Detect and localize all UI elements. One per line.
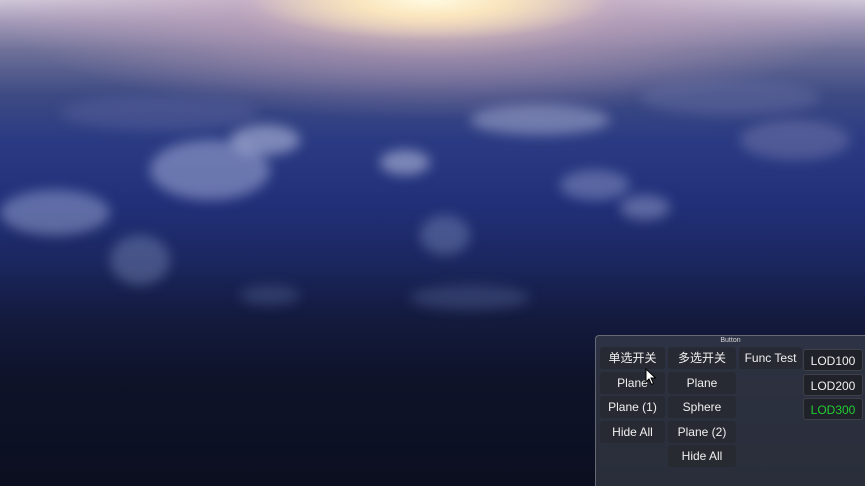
cloud-layer (740, 120, 850, 160)
hide-all-button[interactable]: Hide All (600, 421, 665, 443)
cloud-layer (420, 215, 470, 255)
cloud-layer (240, 285, 300, 305)
plane-button[interactable]: Plane (668, 372, 736, 394)
cloud-layer (560, 170, 630, 200)
lod300-button[interactable]: LOD300 (803, 398, 863, 420)
cloud-layer (110, 235, 170, 285)
lod200-button[interactable]: LOD200 (803, 374, 863, 396)
cloud-layer (380, 150, 430, 175)
cloud-layer (640, 80, 820, 115)
cloud-layer (0, 190, 110, 235)
single-select-toggle-button[interactable]: 单选开关 (600, 347, 665, 369)
lod100-button[interactable]: LOD100 (803, 349, 863, 371)
button-panel: Button 单选开关 Plane Plane (1) Hide All 多选开… (595, 335, 865, 486)
cloud-layer (60, 95, 260, 130)
hide-all-button[interactable]: Hide All (668, 445, 736, 467)
sphere-button[interactable]: Sphere (668, 396, 736, 418)
cloud-layer (410, 285, 530, 310)
cloud-layer (470, 105, 610, 135)
panel-title: Button (720, 337, 741, 344)
multi-select-toggle-button[interactable]: 多选开关 (668, 347, 736, 369)
plane-1-button[interactable]: Plane (1) (600, 396, 665, 418)
mouse-pointer-icon (645, 368, 657, 386)
func-test-button[interactable]: Func Test (739, 347, 802, 369)
plane-2-button[interactable]: Plane (2) (668, 421, 736, 443)
cloud-layer (230, 125, 300, 155)
cloud-layer (620, 195, 670, 220)
